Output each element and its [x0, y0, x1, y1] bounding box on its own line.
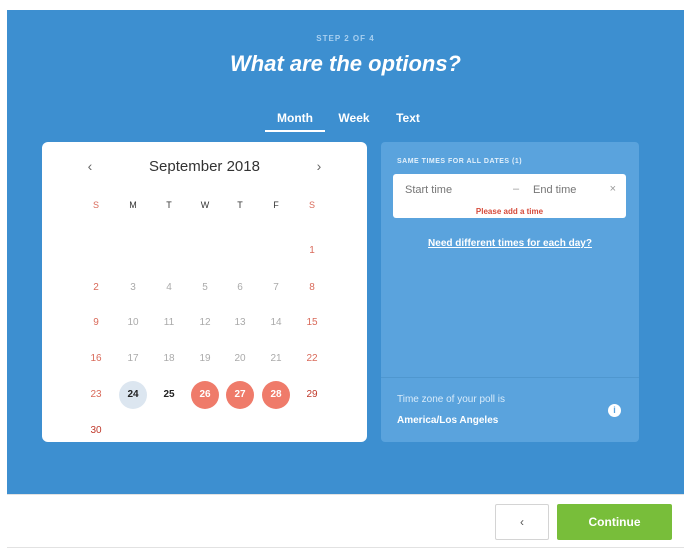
different-times-link[interactable]: Need different times for each day? — [381, 238, 639, 249]
day-cell[interactable]: 2 — [82, 274, 110, 302]
page-title: What are the options? — [230, 51, 461, 76]
day-cell[interactable]: 19 — [191, 345, 219, 373]
times-heading: SAME TIMES FOR ALL DATES (1) — [397, 158, 523, 165]
times-panel: SAME TIMES FOR ALL DATES (1) – × Please … — [381, 142, 639, 442]
footer-bar: ‹ Continue — [7, 494, 684, 548]
day-cell[interactable]: 22 — [298, 345, 326, 373]
time-range-field: – × Please add a time — [393, 174, 626, 218]
divider — [381, 377, 639, 378]
timezone-value[interactable]: America/Los Angeles — [397, 415, 498, 426]
day-cell[interactable]: 6 — [226, 274, 254, 302]
day-cell-selected[interactable]: 28 — [262, 381, 290, 409]
tab-month[interactable]: Month — [265, 110, 325, 132]
day-cell[interactable]: 20 — [226, 345, 254, 373]
day-cell[interactable]: 14 — [262, 309, 290, 337]
start-time-input[interactable] — [405, 184, 485, 196]
day-cell[interactable]: 15 — [298, 309, 326, 337]
day-cell[interactable]: 21 — [262, 345, 290, 373]
timezone-label: Time zone of your poll is — [397, 394, 506, 405]
step-indicator: STEP 2 OF 4 — [316, 34, 375, 43]
day-cell[interactable]: 7 — [262, 274, 290, 302]
continue-button[interactable]: Continue — [557, 504, 672, 540]
clear-icon[interactable]: × — [610, 183, 616, 195]
time-error: Please add a time — [475, 207, 544, 216]
calendar: ‹ September 2018 › S M T W T F S 1 2 3 4… — [42, 142, 367, 442]
range-dash: – — [513, 183, 520, 195]
day-cell[interactable]: 4 — [155, 274, 183, 302]
back-button[interactable]: ‹ — [495, 504, 549, 540]
day-cell-selected[interactable]: 26 — [191, 381, 219, 409]
day-cell[interactable]: 30 — [82, 417, 110, 445]
day-cell-selected[interactable]: 27 — [226, 381, 254, 409]
day-cell-today[interactable]: 24 — [119, 381, 147, 409]
day-cell[interactable]: 16 — [82, 345, 110, 373]
end-time-input[interactable] — [533, 184, 593, 196]
day-cell[interactable]: 1 — [298, 237, 326, 265]
day-cell[interactable]: 9 — [82, 309, 110, 337]
day-cell[interactable]: 23 — [82, 381, 110, 409]
day-cell[interactable]: 13 — [226, 309, 254, 337]
day-cell[interactable]: 17 — [119, 345, 147, 373]
day-cell[interactable]: 12 — [191, 309, 219, 337]
day-cell[interactable]: 5 — [191, 274, 219, 302]
day-cell[interactable]: 10 — [119, 309, 147, 337]
day-cell[interactable]: 3 — [119, 274, 147, 302]
day-cell[interactable]: 8 — [298, 274, 326, 302]
options-panel: STEP 2 OF 4 What are the options? Month … — [7, 10, 684, 494]
day-cell[interactable]: 18 — [155, 345, 183, 373]
calendar-days: 1 2 3 4 5 6 7 8 9 10 11 12 13 14 15 16 1… — [42, 142, 367, 442]
day-cell[interactable]: 11 — [155, 309, 183, 337]
info-icon[interactable]: i — [608, 404, 621, 417]
day-cell[interactable]: 25 — [155, 381, 183, 409]
day-cell[interactable]: 29 — [298, 381, 326, 409]
tab-text[interactable]: Text — [393, 110, 423, 126]
tab-week[interactable]: Week — [337, 110, 371, 126]
